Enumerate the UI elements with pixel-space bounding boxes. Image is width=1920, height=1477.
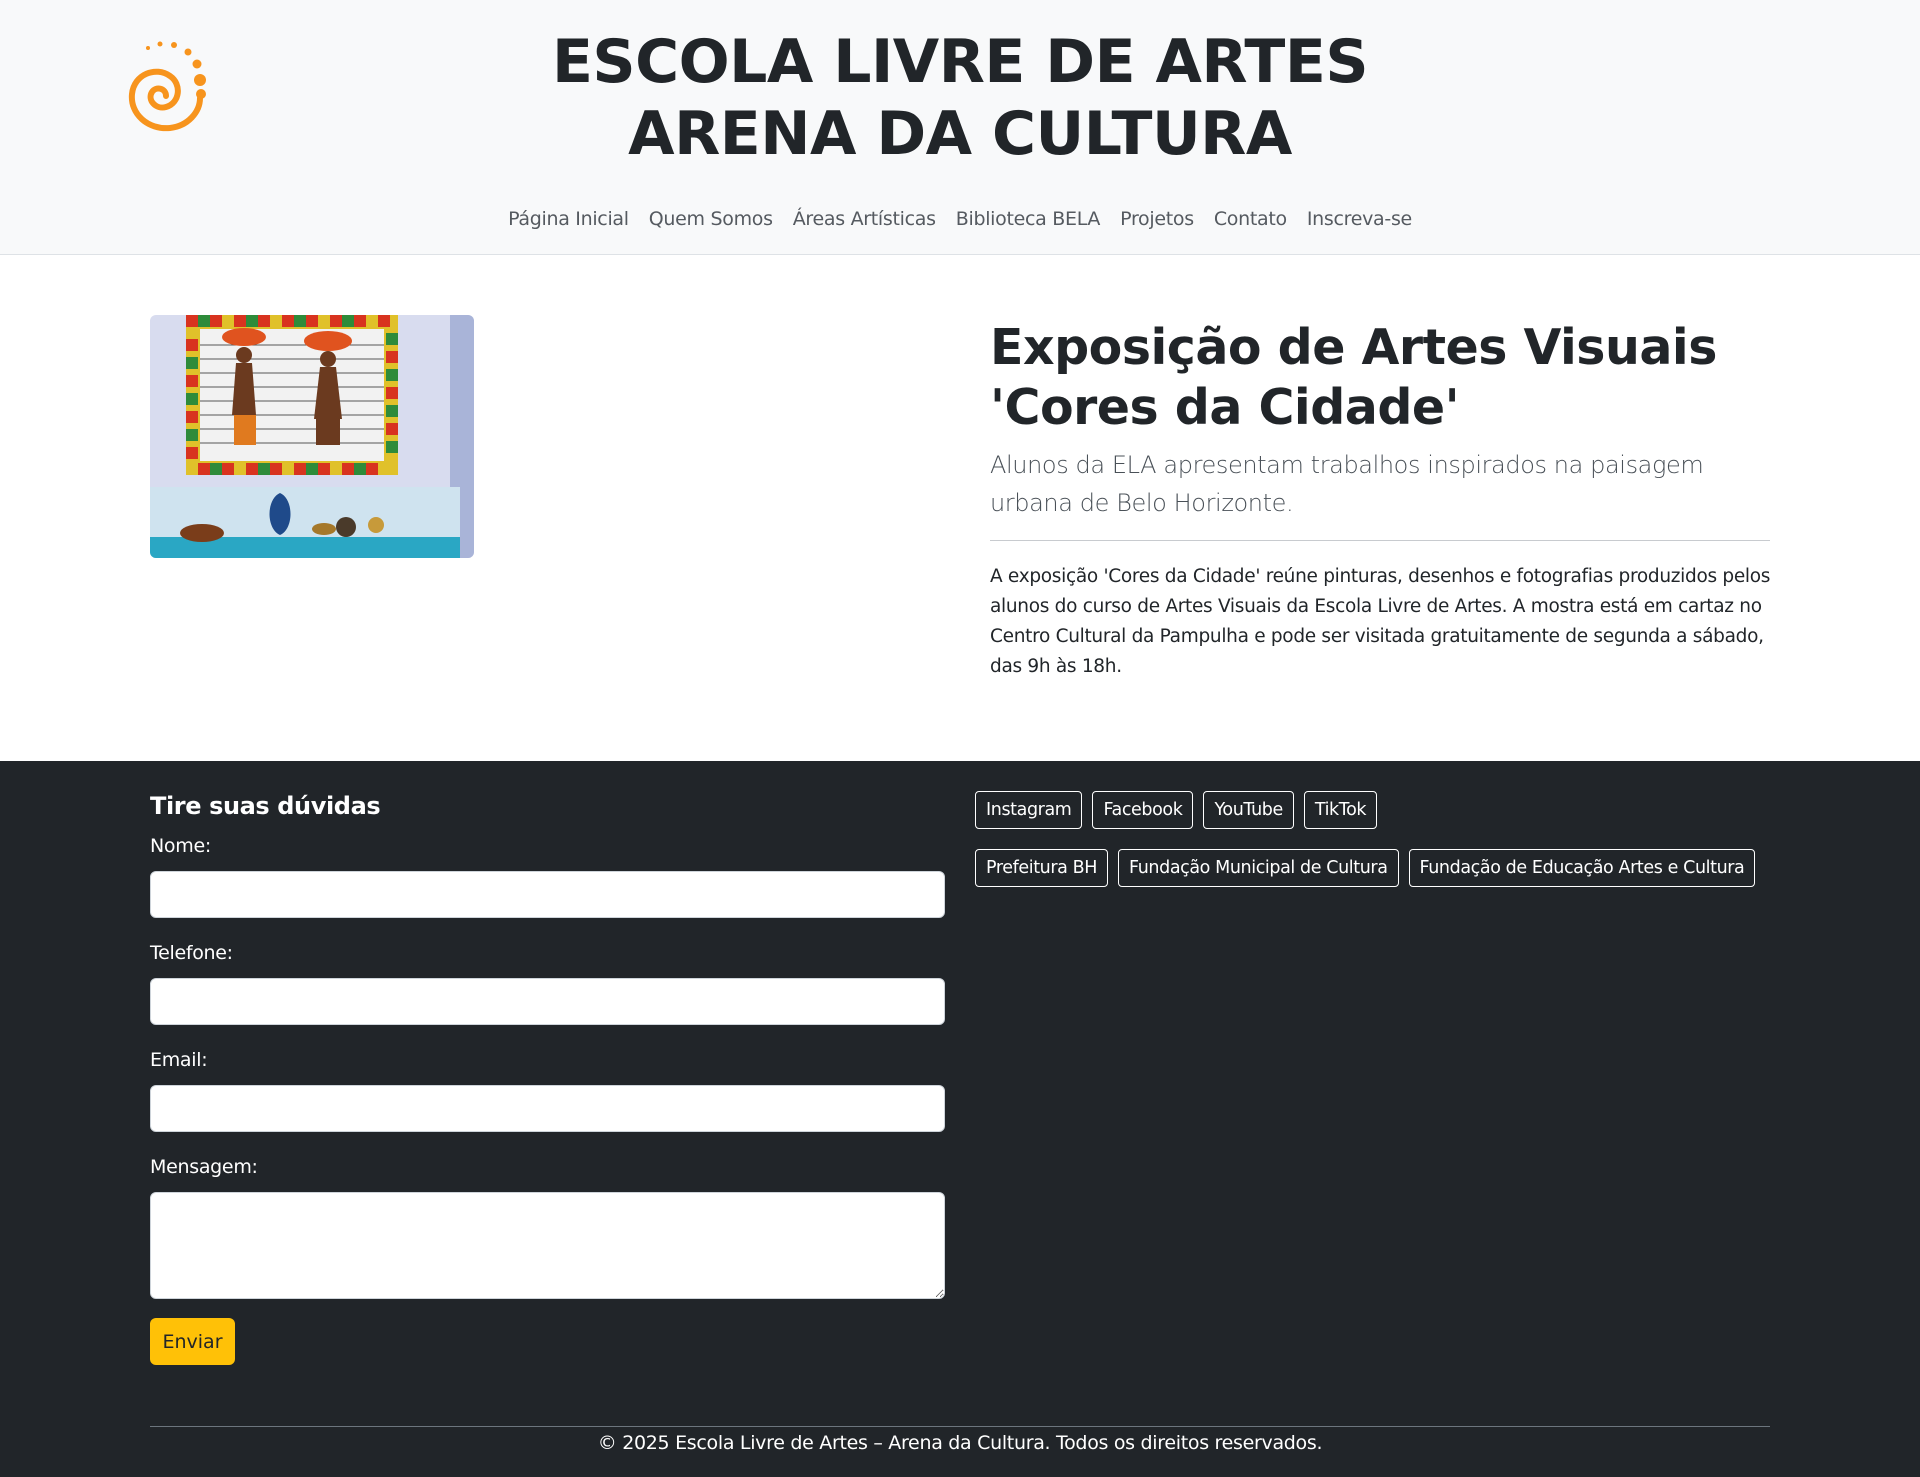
name-field[interactable] <box>150 871 945 918</box>
name-label: Nome: <box>150 835 211 857</box>
main-nav: Página Inicial Quem Somos Áreas Artístic… <box>0 204 1920 234</box>
nav-item-projetos[interactable]: Projetos <box>1110 204 1204 234</box>
site-title-line1: ESCOLA LIVRE DE ARTES <box>551 27 1369 97</box>
message-label: Mensagem: <box>150 1156 258 1178</box>
instagram-link[interactable]: Instagram <box>975 791 1083 829</box>
partner-links: Prefeitura BH Fundação Municipal de Cult… <box>975 849 1756 887</box>
nav-item-contato[interactable]: Contato <box>1204 204 1297 234</box>
nav-item-inscreva-se[interactable]: Inscreva-se <box>1297 204 1422 234</box>
nav-item-areas-artisticas[interactable]: Áreas Artísticas <box>783 204 946 234</box>
site-title: ESCOLA LIVRE DE ARTES ARENA DA CULTURA <box>0 26 1920 170</box>
copyright-text: © 2025 Escola Livre de Artes – Arena da … <box>597 1432 1323 1454</box>
article-body: A exposição 'Cores da Cidade' reúne pint… <box>990 566 1771 677</box>
fundacao-municipal-cultura-link[interactable]: Fundação Municipal de Cultura <box>1118 849 1399 887</box>
site-footer: Tire suas dúvidas Nome: Telefone: Email:… <box>0 761 1920 1477</box>
footer-divider <box>150 1426 1770 1427</box>
prefeitura-bh-link[interactable]: Prefeitura BH <box>975 849 1109 887</box>
email-field[interactable] <box>150 1085 945 1132</box>
tiktok-link[interactable]: TikTok <box>1303 791 1378 829</box>
divider <box>990 540 1770 541</box>
fundacao-educacao-artes-cultura-link[interactable]: Fundação de Educação Artes e Cultura <box>1408 849 1756 887</box>
article-subtitle: Alunos da ELA apresentam trabalhos inspi… <box>990 451 1704 517</box>
email-label: Email: <box>150 1049 208 1071</box>
facebook-link[interactable]: Facebook <box>1092 791 1194 829</box>
site-title-line2: ARENA DA CULTURA <box>628 99 1292 169</box>
nav-item-pagina-inicial[interactable]: Página Inicial <box>498 204 639 234</box>
nav-item-quem-somos[interactable]: Quem Somos <box>639 204 783 234</box>
submit-button[interactable]: Enviar <box>150 1318 235 1365</box>
message-field[interactable] <box>150 1192 945 1299</box>
site-header: ESCOLA LIVRE DE ARTES ARENA DA CULTURA P… <box>0 0 1920 255</box>
nav-item-biblioteca-bela[interactable]: Biblioteca BELA <box>946 204 1110 234</box>
social-links: Instagram Facebook YouTube TikTok <box>975 791 1378 829</box>
youtube-link[interactable]: YouTube <box>1203 791 1294 829</box>
phone-field[interactable] <box>150 978 945 1025</box>
article-title: Exposição de Artes Visuais 'Cores da Cid… <box>990 319 1717 436</box>
contact-form-title: Tire suas dúvidas <box>150 792 381 820</box>
phone-label: Telefone: <box>150 942 233 964</box>
article-image <box>150 315 474 558</box>
